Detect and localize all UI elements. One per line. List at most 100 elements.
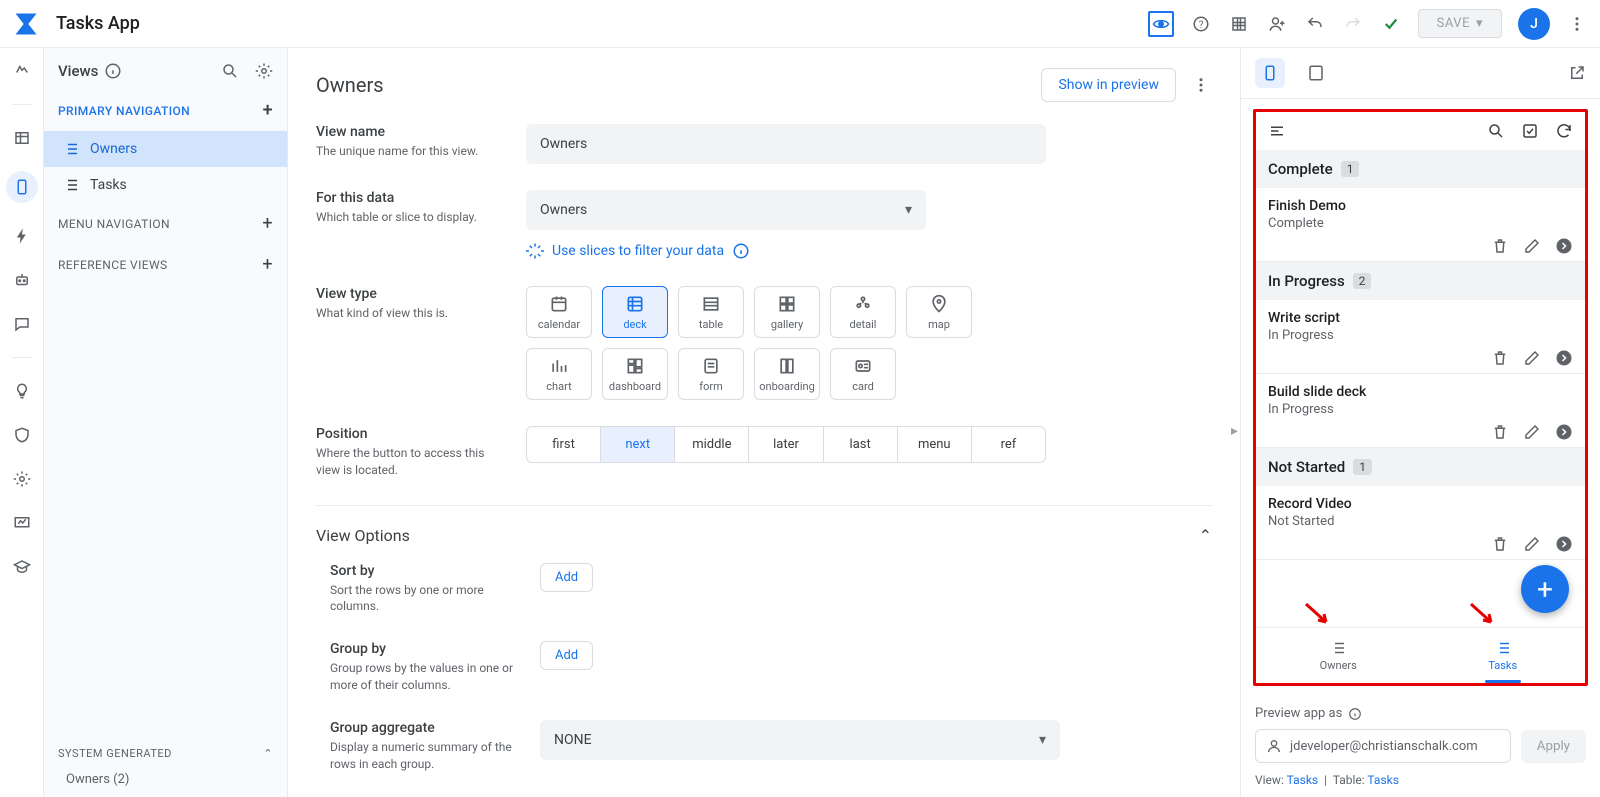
section-reference-views[interactable]: REFERENCE VIEWS + [44, 244, 287, 285]
rail-settings-icon[interactable] [11, 468, 33, 490]
more-vert-icon[interactable] [1190, 74, 1212, 96]
help-icon[interactable]: ? [1190, 13, 1212, 35]
group-header[interactable]: In Progress2 [1256, 262, 1585, 300]
info-icon[interactable] [1348, 707, 1362, 721]
view-type-dashboard[interactable]: dashboard [602, 348, 668, 400]
rail-learn-icon[interactable] [11, 556, 33, 578]
position-later[interactable]: later [749, 427, 823, 462]
bottom-nav-owners[interactable]: Owners [1256, 628, 1421, 683]
view-type-detail[interactable]: detail [830, 286, 896, 338]
device-tablet-tab[interactable] [1301, 58, 1331, 88]
fab-add-button[interactable]: + [1521, 565, 1569, 613]
section-system-generated[interactable]: SYSTEM GENERATED ⌃ [44, 735, 287, 772]
view-type-deck[interactable]: deck [602, 286, 668, 338]
rail-automation-icon[interactable] [11, 225, 33, 247]
delete-icon[interactable] [1491, 237, 1509, 255]
avatar[interactable]: J [1518, 8, 1550, 40]
chevron-right-icon[interactable] [1555, 237, 1573, 255]
chevron-right-icon[interactable] [1555, 535, 1573, 553]
info-icon[interactable] [732, 242, 750, 260]
rail-security-icon[interactable] [11, 424, 33, 446]
show-in-preview-button[interactable]: Show in preview [1041, 68, 1176, 102]
delete-icon[interactable] [1491, 423, 1509, 441]
task-card[interactable]: Record VideoNot Started [1256, 486, 1585, 560]
table-link[interactable]: Tasks [1367, 773, 1399, 787]
group-aggregate-select[interactable]: NONE [540, 720, 1060, 760]
refresh-icon[interactable] [1555, 122, 1573, 140]
task-card[interactable]: Write scriptIn Progress [1256, 300, 1585, 374]
rail-bot-icon[interactable] [11, 269, 33, 291]
search-icon[interactable] [1487, 122, 1505, 140]
preview-toggle-icon[interactable] [1148, 11, 1174, 37]
checkbox-icon[interactable] [1521, 122, 1539, 140]
field-sort-by: Sort bySort the rows by one or more colu… [316, 563, 1212, 616]
grid-icon[interactable] [1228, 13, 1250, 35]
view-type-map[interactable]: map [906, 286, 972, 338]
view-name-input[interactable]: Owners [526, 124, 1046, 164]
add-user-icon[interactable] [1266, 13, 1288, 35]
view-type-calendar[interactable]: calendar [526, 286, 592, 338]
position-middle[interactable]: middle [675, 427, 749, 462]
add-icon[interactable]: + [262, 213, 273, 234]
view-type-gallery[interactable]: gallery [754, 286, 820, 338]
add-group-button[interactable]: Add [540, 641, 593, 670]
chevron-right-icon[interactable] [1555, 423, 1573, 441]
section-view-options[interactable]: View Options ⌃ [316, 526, 1212, 545]
chevron-right-icon[interactable] [1555, 349, 1573, 367]
delete-icon[interactable] [1491, 349, 1509, 367]
rail-views-icon[interactable] [6, 171, 38, 203]
field-position: PositionWhere the button to access this … [316, 426, 1212, 479]
position-last[interactable]: last [824, 427, 898, 462]
add-sort-button[interactable]: Add [540, 563, 593, 592]
check-icon[interactable] [1380, 13, 1402, 35]
position-first[interactable]: first [527, 427, 601, 462]
slice-hint[interactable]: Use slices to filter your data [526, 242, 1046, 260]
position-ref[interactable]: ref [972, 427, 1045, 462]
view-type-card[interactable]: card [830, 348, 896, 400]
system-generated-item[interactable]: Owners (2) [44, 772, 287, 797]
open-external-icon[interactable] [1568, 64, 1586, 82]
undo-icon[interactable] [1304, 13, 1326, 35]
edit-icon[interactable] [1523, 423, 1541, 441]
position-menu[interactable]: menu [898, 427, 972, 462]
rail-idea-icon[interactable] [11, 380, 33, 402]
more-vert-icon[interactable] [1566, 13, 1588, 35]
add-icon[interactable]: + [262, 254, 273, 275]
search-icon[interactable] [221, 62, 239, 80]
device-phone-tab[interactable] [1255, 58, 1285, 88]
group-header[interactable]: Not Started1 [1256, 448, 1585, 486]
view-type-form[interactable]: form [678, 348, 744, 400]
apply-button[interactable]: Apply [1521, 730, 1586, 763]
for-data-select[interactable]: Owners [526, 190, 926, 230]
view-item-owners[interactable]: Owners [44, 131, 287, 167]
top-actions: ? SAVE▾ J [1148, 8, 1588, 40]
rail-chat-icon[interactable] [11, 313, 33, 335]
menu-icon[interactable] [1268, 122, 1286, 140]
edit-icon[interactable] [1523, 349, 1541, 367]
task-card[interactable]: Build slide deckIn Progress [1256, 374, 1585, 448]
info-icon[interactable] [104, 62, 122, 80]
rail-home-icon[interactable] [11, 60, 33, 82]
save-button[interactable]: SAVE▾ [1418, 9, 1502, 38]
rail-monitor-icon[interactable] [11, 512, 33, 534]
view-item-tasks[interactable]: Tasks [44, 167, 287, 203]
position-next[interactable]: next [601, 427, 675, 462]
task-card[interactable]: Finish DemoComplete [1256, 188, 1585, 262]
view-type-table[interactable]: table [678, 286, 744, 338]
rail-data-icon[interactable] [11, 127, 33, 149]
section-menu-nav[interactable]: MENU NAVIGATION + [44, 203, 287, 244]
delete-icon[interactable] [1491, 535, 1509, 553]
redo-icon[interactable] [1342, 13, 1364, 35]
collapse-handle-icon[interactable]: ▸ [1231, 423, 1238, 439]
gear-icon[interactable] [255, 62, 273, 80]
view-type-chart[interactable]: chart [526, 348, 592, 400]
group-header[interactable]: Complete1 [1256, 150, 1585, 188]
section-primary-nav[interactable]: PRIMARY NAVIGATION + [44, 90, 287, 131]
view-type-onboarding[interactable]: onboarding [754, 348, 820, 400]
preview-email-input[interactable]: jdeveloper@christianschalk.com [1255, 729, 1511, 763]
edit-icon[interactable] [1523, 535, 1541, 553]
add-icon[interactable]: + [263, 100, 273, 121]
bottom-nav-tasks[interactable]: Tasks [1421, 628, 1586, 683]
view-link[interactable]: Tasks [1287, 773, 1319, 787]
edit-icon[interactable] [1523, 237, 1541, 255]
